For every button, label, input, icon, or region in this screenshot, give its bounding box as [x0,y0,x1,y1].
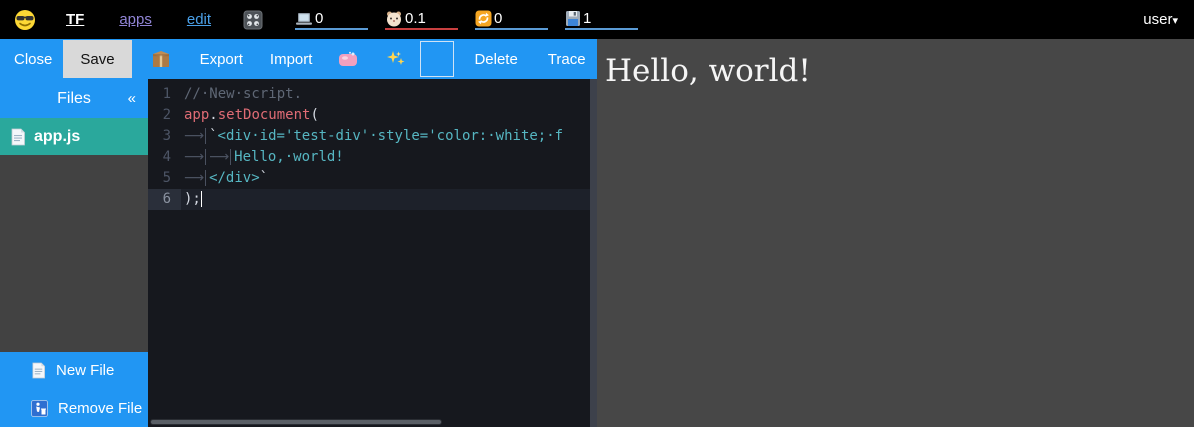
laptop-icon [295,11,313,27]
code-line-text: ); [181,189,597,210]
line-number: 1 [148,84,181,105]
code-token: </div> [209,170,260,186]
tab-marker: ⟶ [209,149,231,165]
text-cursor [201,191,203,207]
code-editor[interactable]: 1//·New·script.2app.setDocument(3⟶`<div·… [148,79,597,427]
stat-value: 0 [494,10,502,27]
files-sidebar: Files « app.js [0,79,148,427]
code-token: app [184,107,209,123]
code-line-text: ⟶⟶Hello,·world! [181,147,597,168]
control-knobs-icon[interactable] [243,10,263,30]
code-token: ` [209,128,217,144]
code-token: //·New·script. [184,86,302,102]
import-button[interactable]: Import [270,51,313,68]
code-line-4[interactable]: 4⟶⟶Hello,·world! [148,147,597,168]
new-file-icon [31,362,46,379]
stat-field-laptop[interactable]: 0 [295,10,368,30]
line-number: 3 [148,126,181,147]
remove-file-label: Remove File [58,400,142,417]
litter-bin-icon [31,400,48,417]
stat-field-floppy[interactable]: 1 [565,10,638,30]
new-file-button[interactable]: New File [0,352,148,389]
stat-value: 0 [315,10,323,27]
code-token: setDocument [218,107,311,123]
code-token: <div·id='test-div'·style='color:·white;·… [218,128,564,144]
stat-value: 0.1 [405,10,426,27]
close-button[interactable]: Close [14,51,52,68]
code-line-3[interactable]: 3⟶`<div·id='test-div'·style='color:·whit… [148,126,597,147]
tab-marker: ⟶ [184,170,206,186]
code-line-text: ⟶</div>` [181,168,597,189]
tab-marker: ⟶ [184,149,206,165]
sparkles-icon[interactable] [386,49,406,69]
output-panel: Hello, world! [597,39,1194,427]
output-text: Hello, world! [605,53,811,89]
delete-button[interactable]: Delete [474,51,517,68]
code-line-text: ⟶`<div·id='test-div'·style='color:·white… [181,126,597,147]
top-bar: TF apps edit 0 [0,0,1194,39]
code-line-5[interactable]: 5⟶</div>` [148,168,597,189]
files-header: Files « [0,79,148,118]
files-header-label: Files [57,90,91,108]
code-line-1[interactable]: 1//·New·script. [148,84,597,105]
file-item-label: app.js [34,128,80,146]
remove-file-button[interactable]: Remove File [0,389,148,427]
horizontal-scrollbar[interactable] [150,419,442,425]
code-line-6[interactable]: 6); [148,189,597,210]
workspace-row: Files « app.js [0,79,597,427]
main-area: Close Save Export Import [0,39,1194,427]
tab-marker: ⟶ [184,128,206,144]
smiley-sunglasses-icon[interactable] [14,9,36,31]
nav-link-edit[interactable]: edit [187,11,211,28]
code-line-text: //·New·script. [181,84,597,105]
user-menu[interactable]: user▾ [1143,11,1178,28]
stat-field-refresh[interactable]: 0 [475,10,548,30]
code-line-text: app.setDocument( [181,105,597,126]
package-icon[interactable] [151,49,171,69]
soap-icon[interactable] [338,51,358,67]
nav-link-apps[interactable]: apps [119,11,152,28]
collapse-sidebar-icon[interactable]: « [128,89,136,106]
code-lines: 1//·New·script.2app.setDocument(3⟶`<div·… [148,84,597,210]
code-token: . [209,107,217,123]
line-number: 5 [148,168,181,189]
save-button[interactable]: Save [63,40,131,78]
code-token: ( [310,107,318,123]
floppy-icon [565,10,581,27]
stat-field-hamster[interactable]: 0.1 [385,10,458,30]
code-token: ` [260,170,268,186]
user-menu-label: user [1143,11,1172,28]
line-number: 4 [148,147,181,168]
export-button[interactable]: Export [200,51,243,68]
refresh-icon [475,10,492,27]
line-number: 2 [148,105,181,126]
hamster-icon [385,10,403,27]
code-line-2[interactable]: 2app.setDocument( [148,105,597,126]
toolbar-text-input[interactable] [420,41,454,77]
nav-link-tf[interactable]: TF [66,11,84,28]
chevron-down-icon: ▾ [1172,15,1178,27]
trace-button[interactable]: Trace [548,51,586,68]
line-number: 6 [148,189,181,210]
ide-column: Close Save Export Import [0,39,597,427]
editor-toolbar: Close Save Export Import [0,39,597,79]
new-file-label: New File [56,362,114,379]
code-token: ); [184,191,201,207]
file-list-empty-area [0,155,148,352]
code-token: Hello,·world! [234,149,344,165]
vertical-scrollbar[interactable] [590,79,597,427]
stat-value: 1 [583,10,591,27]
page-icon [10,128,26,146]
file-item-appjs[interactable]: app.js [0,118,148,155]
